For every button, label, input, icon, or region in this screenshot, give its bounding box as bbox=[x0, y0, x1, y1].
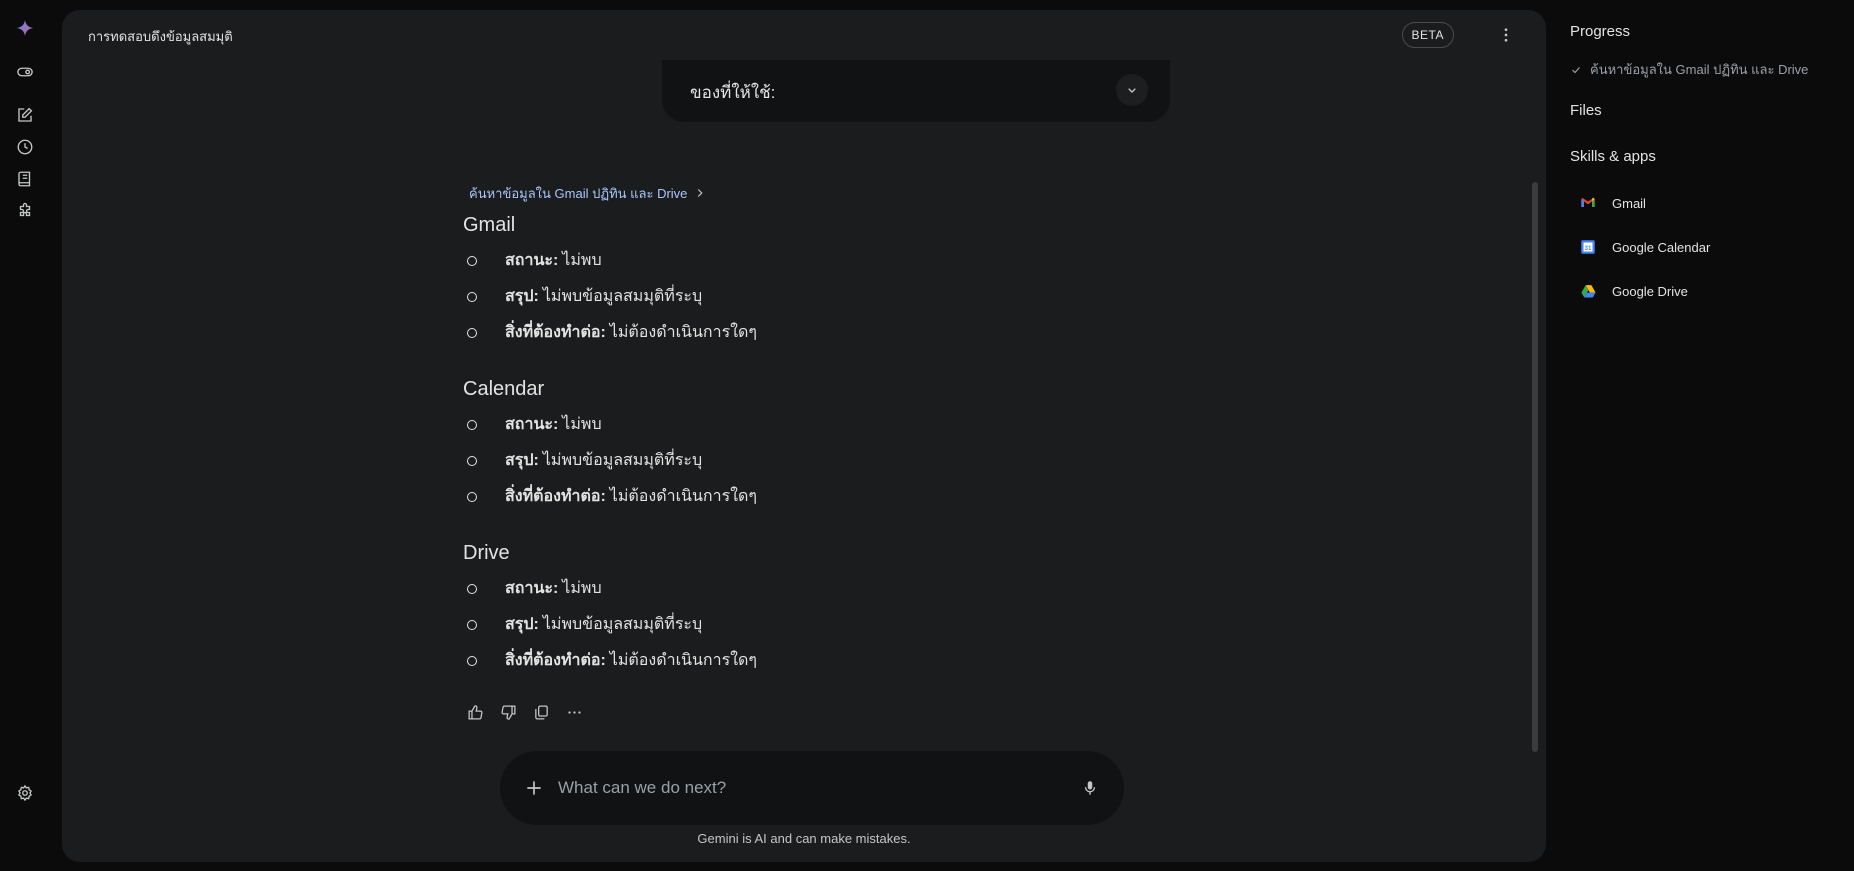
item-value: ไม่พบ bbox=[562, 251, 602, 269]
list-item: สรุป: ไม่พบข้อมูลสมมุติที่ระบุ bbox=[463, 278, 1223, 314]
extensions-icon[interactable] bbox=[12, 198, 38, 224]
response-actions bbox=[463, 700, 586, 724]
bullet-icon bbox=[467, 256, 477, 266]
progress-title: Progress bbox=[1570, 23, 1631, 40]
add-icon[interactable] bbox=[522, 776, 546, 800]
new-chat-icon[interactable] bbox=[12, 102, 38, 128]
list-item: สถานะ: ไม่พบ bbox=[463, 570, 1223, 606]
section-gmail: Gmail สถานะ: ไม่พบ สรุป: ไม่พบข้อมูลสมมุติ… bbox=[463, 214, 1223, 350]
settings-icon[interactable] bbox=[12, 780, 38, 806]
nav-rail bbox=[0, 0, 50, 871]
app-name: Gmail bbox=[1612, 195, 1646, 211]
svg-text:31: 31 bbox=[1585, 246, 1592, 252]
previous-message-label: ของที่ให้ใช้: bbox=[690, 83, 776, 102]
files-title: Files bbox=[1570, 102, 1602, 119]
toggle-icon[interactable] bbox=[12, 59, 38, 85]
chevron-down-icon bbox=[1128, 88, 1136, 93]
progress-step-label: ค้นหาข้อมูลใน Gmail ปฏิทิน และ Drive bbox=[1590, 62, 1809, 77]
app-item-google-drive[interactable]: Google Drive bbox=[1578, 281, 1688, 301]
app-name: Google Drive bbox=[1612, 283, 1688, 299]
bullet-icon bbox=[467, 656, 477, 666]
thumbs-down-icon[interactable] bbox=[496, 700, 520, 724]
item-label: สิ่งที่ต้องทำต่อ: bbox=[505, 323, 606, 341]
list-item: สิ่งที่ต้องทำต่อ: ไม่ต้องดำเนินการใดๆ bbox=[463, 642, 1223, 678]
side-panel: Progress ค้นหาข้อมูลใน Gmail ปฏิทิน และ … bbox=[1570, 0, 1854, 871]
expand-button[interactable] bbox=[1116, 74, 1148, 106]
google-drive-icon bbox=[1578, 281, 1598, 301]
item-value: ไม่พบ bbox=[562, 415, 602, 433]
app-item-google-calendar[interactable]: 31 Google Calendar bbox=[1578, 237, 1710, 257]
chevron-right-icon bbox=[693, 186, 707, 200]
app-item-gmail[interactable]: Gmail bbox=[1578, 193, 1646, 213]
skills-title: Skills & apps bbox=[1570, 148, 1656, 165]
list-item: สิ่งที่ต้องทำต่อ: ไม่ต้องดำเนินการใดๆ bbox=[463, 478, 1223, 514]
prompt-input[interactable] bbox=[558, 769, 1018, 807]
bullet-icon bbox=[467, 620, 477, 630]
item-value: ไม่พบข้อมูลสมมุติที่ระบุ bbox=[542, 615, 703, 633]
thumbs-up-icon[interactable] bbox=[463, 700, 487, 724]
item-label: สิ่งที่ต้องทำต่อ: bbox=[505, 651, 606, 669]
item-label: สรุป: bbox=[505, 615, 539, 633]
item-label: สถานะ: bbox=[505, 415, 559, 433]
progress-step: ค้นหาข้อมูลใน Gmail ปฏิทิน และ Drive bbox=[1570, 59, 1808, 80]
microphone-icon[interactable] bbox=[1078, 776, 1102, 800]
beta-badge: BETA bbox=[1401, 22, 1454, 48]
prompt-composer bbox=[500, 751, 1124, 825]
bullet-icon bbox=[467, 584, 477, 594]
section-calendar: Calendar สถานะ: ไม่พบ สรุป: ไม่พบข้อมูลสมม… bbox=[463, 378, 1223, 514]
item-value: ไม่ต้องดำเนินการใดๆ bbox=[609, 487, 757, 505]
gemini-logo-icon[interactable] bbox=[12, 15, 38, 41]
section-heading: Gmail bbox=[463, 214, 516, 236]
thinking-breadcrumb[interactable]: ค้นหาข้อมูลใน Gmail ปฏิทิน และ Drive bbox=[469, 180, 1223, 206]
section-drive: Drive สถานะ: ไม่พบ สรุป: ไม่พบข้อมูลสมมุติ… bbox=[463, 542, 1223, 678]
ai-disclaimer: Gemini is AI and can make mistakes. bbox=[697, 831, 911, 846]
item-value: ไม่พบ bbox=[562, 579, 602, 597]
conversation-panel: การทดสอบดึงข้อมูลสมมุติ BETA ของที่ให้ใช… bbox=[62, 10, 1546, 862]
gmail-icon bbox=[1578, 193, 1598, 213]
section-heading: Calendar bbox=[463, 378, 545, 400]
previous-message-card: ของที่ให้ใช้: bbox=[662, 60, 1170, 122]
copy-icon[interactable] bbox=[529, 700, 553, 724]
scrollbar[interactable] bbox=[1532, 182, 1538, 752]
more-horizontal-icon[interactable] bbox=[562, 700, 586, 724]
bullet-icon bbox=[467, 292, 477, 302]
item-value: ไม่ต้องดำเนินการใดๆ bbox=[609, 323, 757, 341]
history-icon[interactable] bbox=[12, 134, 38, 160]
google-calendar-icon: 31 bbox=[1578, 237, 1598, 257]
list-item: สรุป: ไม่พบข้อมูลสมมุติที่ระบุ bbox=[463, 442, 1223, 478]
app-name: Google Calendar bbox=[1612, 239, 1711, 255]
bullet-icon bbox=[467, 328, 477, 338]
bullet-icon bbox=[467, 420, 477, 430]
item-label: สรุป: bbox=[505, 451, 539, 469]
bullet-icon bbox=[467, 456, 477, 466]
more-vertical-icon[interactable] bbox=[1496, 24, 1516, 46]
list-item: สถานะ: ไม่พบ bbox=[463, 242, 1223, 278]
item-label: สิ่งที่ต้องทำต่อ: bbox=[505, 487, 606, 505]
breadcrumb-label: ค้นหาข้อมูลใน Gmail ปฏิทิน และ Drive bbox=[469, 185, 688, 201]
item-label: สถานะ: bbox=[505, 579, 559, 597]
item-value: ไม่ต้องดำเนินการใดๆ bbox=[609, 651, 757, 669]
list-item: สถานะ: ไม่พบ bbox=[463, 406, 1223, 442]
list-item: สิ่งที่ต้องทำต่อ: ไม่ต้องดำเนินการใดๆ bbox=[463, 314, 1223, 350]
response-content: ค้นหาข้อมูลใน Gmail ปฏิทิน และ Drive Gma… bbox=[463, 180, 1223, 678]
item-value: ไม่พบข้อมูลสมมุติที่ระบุ bbox=[542, 451, 703, 469]
list-item: สรุป: ไม่พบข้อมูลสมมุติที่ระบุ bbox=[463, 606, 1223, 642]
section-heading: Drive bbox=[463, 542, 510, 564]
conversation-title: การทดสอบดึงข้อมูลสมมุติ bbox=[88, 29, 233, 44]
bullet-icon bbox=[467, 492, 477, 502]
top-bar: การทดสอบดึงข้อมูลสมมุติ BETA bbox=[62, 10, 1546, 62]
item-value: ไม่พบข้อมูลสมมุติที่ระบุ bbox=[542, 287, 703, 305]
item-label: สถานะ: bbox=[505, 251, 559, 269]
item-label: สรุป: bbox=[505, 287, 539, 305]
check-icon bbox=[1572, 66, 1580, 73]
notebook-icon[interactable] bbox=[12, 166, 38, 192]
